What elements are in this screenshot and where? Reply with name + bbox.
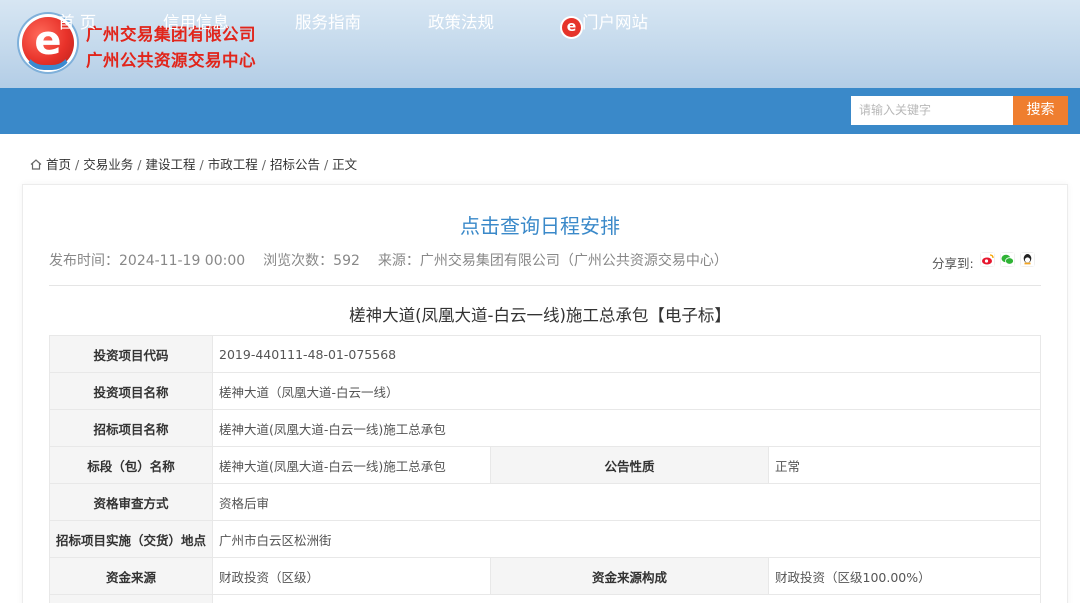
nav-item-portal[interactable]: e 门户网站 <box>562 0 648 46</box>
publish-time: 发布时间：2024-11-19 00:00 <box>49 253 246 269</box>
table-row: 招标项目名称 槎神大道(凤凰大道-白云一线)施工总承包 <box>48 409 1041 447</box>
row-value: 槎神大道(凤凰大道-白云一线)施工总承包 <box>212 446 492 484</box>
search-input[interactable]: 请输入关键字 <box>851 96 1013 125</box>
row-key <box>48 594 214 603</box>
nav-item-policy[interactable]: 政策法规 <box>428 0 494 46</box>
row-key-2: 公告性质 <box>490 446 770 484</box>
article-meta: 发布时间：2024-11-19 00:00 浏览次数：592 来源：广州交易集团有限… <box>49 250 746 270</box>
search-button[interactable]: 搜索 <box>1013 96 1068 125</box>
meta-divider <box>49 285 1041 286</box>
breadcrumb-trading[interactable]: 交易业务 <box>83 157 133 172</box>
table-row: 标段（包）名称 槎神大道(凤凰大道-白云一线)施工总承包 公告性质 正常 <box>48 446 1041 484</box>
article-source: 来源：广州交易集团有限公司（广州公共资源交易中心） <box>377 253 728 269</box>
wechat-share-icon[interactable] <box>1000 252 1015 267</box>
row-key: 投资项目代码 <box>48 335 214 373</box>
nav-item-credit[interactable]: 信用信息 <box>163 0 229 46</box>
table-row <box>48 594 1041 603</box>
project-info-table: 投资项目代码 2019-440111-48-01-075568 投资项目名称 槎… <box>48 335 1041 603</box>
row-value: 资格后审 <box>212 483 1041 521</box>
table-row: 投资项目名称 槎神大道（凤凰大道-白云一线） <box>48 372 1041 410</box>
nav-item-portal-label: 门户网站 <box>582 13 648 32</box>
portal-logo-icon: e <box>562 18 581 37</box>
row-value: 2019-440111-48-01-075568 <box>212 335 1041 373</box>
row-key: 招标项目名称 <box>48 409 214 447</box>
breadcrumb-construction[interactable]: 建设工程 <box>145 157 195 172</box>
view-count: 浏览次数：592 <box>263 253 360 269</box>
breadcrumb: 首页 / 交易业务 / 建设工程 / 市政工程 / 招标公告 / 正文 <box>30 154 357 173</box>
share-label: 分享到: <box>932 256 974 271</box>
table-row: 招标项目实施（交货）地点 广州市白云区松洲街 <box>48 520 1041 558</box>
row-value-2: 财政投资（区级100.00%） <box>768 557 1041 595</box>
site-header: e 广州交易集团有限公司 广州公共资源交易中心 <box>0 0 1080 88</box>
row-key: 资金来源 <box>48 557 214 595</box>
table-row: 资金来源 财政投资（区级） 资金来源构成 财政投资（区级100.00%） <box>48 557 1041 595</box>
table-row: 投资项目代码 2019-440111-48-01-075568 <box>48 335 1041 373</box>
row-key: 资格审查方式 <box>48 483 214 521</box>
nav-item-home[interactable]: 首 页 <box>58 0 96 46</box>
breadcrumb-current: 正文 <box>332 157 358 172</box>
logo-arc-decoration <box>24 50 72 70</box>
org-name-line2: 广州公共资源交易中心 <box>86 51 256 70</box>
row-key-2: 资金来源构成 <box>490 557 770 595</box>
row-key: 招标项目实施（交货）地点 <box>48 520 214 558</box>
article-title: 槎神大道(凤凰大道-白云一线)施工总承包【电子标】 <box>349 306 731 325</box>
breadcrumb-municipal[interactable]: 市政工程 <box>208 157 258 172</box>
row-value-2: 正常 <box>768 446 1041 484</box>
row-value <box>212 594 1041 603</box>
breadcrumb-tender-notice[interactable]: 招标公告 <box>270 157 320 172</box>
weibo-share-icon[interactable] <box>980 252 995 267</box>
schedule-query-link[interactable]: 点击查询日程安排 <box>0 210 1080 239</box>
table-row: 资格审查方式 资格后审 <box>48 483 1041 521</box>
row-value: 槎神大道（凤凰大道-白云一线） <box>212 372 1041 410</box>
row-key: 标段（包）名称 <box>48 446 214 484</box>
row-value: 广州市白云区松洲街 <box>212 520 1041 558</box>
home-icon <box>30 159 42 170</box>
qq-share-icon[interactable] <box>1020 252 1035 267</box>
row-value: 槎神大道(凤凰大道-白云一线)施工总承包 <box>212 409 1041 447</box>
breadcrumb-home[interactable]: 首页 <box>46 157 71 172</box>
row-key: 投资项目名称 <box>48 372 214 410</box>
row-value: 财政投资（区级） <box>212 557 492 595</box>
nav-item-guide[interactable]: 服务指南 <box>295 0 361 46</box>
